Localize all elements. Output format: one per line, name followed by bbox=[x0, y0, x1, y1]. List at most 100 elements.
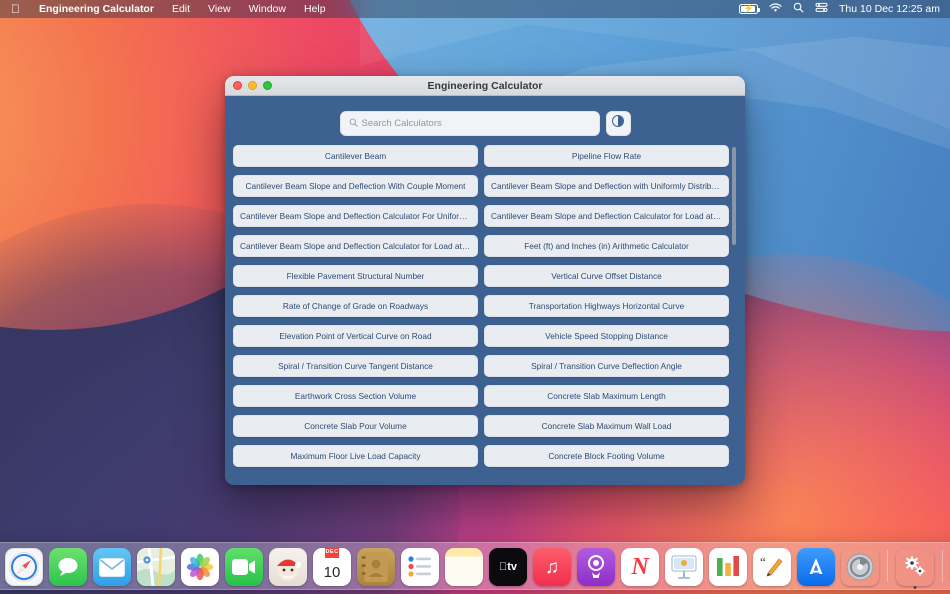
photos-icon bbox=[181, 548, 219, 586]
dock-item-photos[interactable] bbox=[180, 546, 220, 586]
mail-icon bbox=[93, 548, 131, 586]
contacts-icon bbox=[357, 548, 395, 586]
running-indicator-dot bbox=[914, 586, 917, 589]
calculator-button[interactable]: Elevation Point of Vertical Curve on Roa… bbox=[233, 325, 478, 347]
dock: DEC10 tv♫ N “ bbox=[0, 542, 950, 590]
dock-item-contacts[interactable] bbox=[356, 546, 396, 586]
calculator-button[interactable]: Spiral / Transition Curve Tangent Distan… bbox=[233, 355, 478, 377]
calculator-button[interactable]: Transportation Highways Horizontal Curve bbox=[484, 295, 729, 317]
pie-chart-icon-button[interactable] bbox=[606, 111, 631, 136]
menu-bar-left:  Engineering Calculator Edit View Windo… bbox=[7, 3, 335, 16]
calculator-button-label: Transportation Highways Horizontal Curve bbox=[529, 301, 685, 311]
search-row: Search Calculators bbox=[233, 106, 737, 145]
calculator-button-label: Earthwork Cross Section Volume bbox=[295, 391, 416, 401]
calculator-button-label: Concrete Slab Maximum Wall Load bbox=[542, 421, 672, 431]
dock-item-podcasts[interactable] bbox=[576, 546, 616, 586]
calculator-button[interactable]: Flexible Pavement Structural Number bbox=[233, 265, 478, 287]
dock-separator bbox=[887, 550, 888, 582]
calculator-button[interactable]: Earthwork Cross Section Volume bbox=[233, 385, 478, 407]
menu-item-help[interactable]: Help bbox=[295, 3, 335, 15]
santa-icon bbox=[269, 548, 307, 586]
calculator-button[interactable]: Cantilever Beam bbox=[233, 145, 478, 167]
calculator-button-label: Cantilever Beam Slope and Deflection Cal… bbox=[240, 211, 471, 221]
calculator-button-label: Concrete Block Footing Volume bbox=[548, 451, 664, 461]
notes-icon bbox=[445, 548, 483, 586]
calculator-button[interactable]: Cantilever Beam Slope and Deflection Cal… bbox=[233, 235, 478, 257]
dock-item-tv[interactable]: tv bbox=[488, 546, 528, 586]
calculator-button[interactable]: Feet (ft) and Inches (in) Arithmetic Cal… bbox=[484, 235, 729, 257]
calculator-button[interactable]: Concrete Block Footing Volume bbox=[484, 445, 729, 467]
calculator-button-label: Cantilever Beam Slope and Deflection wit… bbox=[491, 181, 722, 191]
search-input[interactable]: Search Calculators bbox=[340, 111, 600, 136]
calculator-button-label: Cantilever Beam bbox=[325, 151, 386, 161]
calculator-button-label: Rate of Change of Grade on Roadways bbox=[283, 301, 428, 311]
calculator-list-scroll-area[interactable]: Cantilever Beam Pipeline Flow Rate Cantile… bbox=[233, 145, 737, 481]
calculator-button-label: Maximum Floor Live Load Capacity bbox=[290, 451, 420, 461]
calculator-button-label: Concrete Slab Pour Volume bbox=[304, 421, 406, 431]
apple-logo-icon[interactable]:  bbox=[7, 3, 30, 16]
calendar-icon: DEC10 bbox=[313, 548, 351, 586]
menu-item-view[interactable]: View bbox=[199, 3, 240, 15]
dock-item-music[interactable]: ♫ bbox=[532, 546, 572, 586]
calculator-button-label: Spiral / Transition Curve Tangent Distan… bbox=[278, 361, 433, 371]
dock-item-calendar[interactable]: DEC10 bbox=[312, 546, 352, 586]
engineering-calculator-icon bbox=[896, 548, 934, 586]
scrollbar-thumb[interactable] bbox=[732, 147, 737, 245]
dock-item-reminders[interactable] bbox=[400, 546, 440, 586]
calculator-button-label: Vehicle Speed Stopping Distance bbox=[545, 331, 668, 341]
calculator-button[interactable]: Pipeline Flow Rate bbox=[484, 145, 729, 167]
facetime-icon bbox=[225, 548, 263, 586]
calculator-button-label: Pipeline Flow Rate bbox=[572, 151, 641, 161]
dock-item-system-preferences[interactable] bbox=[840, 546, 880, 586]
calculator-button[interactable]: Concrete Slab Maximum Wall Load bbox=[484, 415, 729, 437]
pages-icon: “ bbox=[753, 548, 791, 586]
calculator-button[interactable]: Cantilever Beam Slope and Deflection Cal… bbox=[233, 205, 478, 227]
window-content: Search Calculators Cantilever Beam Pipeli… bbox=[225, 96, 745, 485]
system-preferences-icon bbox=[841, 548, 879, 586]
menu-item-edit[interactable]: Edit bbox=[163, 3, 199, 15]
calculator-button[interactable]: Cantilever Beam Slope and Deflection wit… bbox=[484, 175, 729, 197]
dock-item-engineering-calculator[interactable] bbox=[895, 546, 935, 586]
battery-charging-icon[interactable]: ⚡ bbox=[739, 4, 758, 14]
menu-item-app-name[interactable]: Engineering Calculator bbox=[30, 3, 163, 15]
dock-item-news[interactable]: N bbox=[620, 546, 660, 586]
calculator-button-label: Feet (ft) and Inches (in) Arithmetic Cal… bbox=[524, 241, 689, 251]
dock-item-keynote[interactable] bbox=[664, 546, 704, 586]
dock-item-safari[interactable] bbox=[4, 546, 44, 586]
vertical-scrollbar[interactable] bbox=[731, 145, 737, 481]
dock-item-facetime[interactable] bbox=[224, 546, 264, 586]
calculator-button[interactable]: Cantilever Beam Slope and Deflection Wit… bbox=[233, 175, 478, 197]
calculator-button[interactable]: Rate of Change of Grade on Roadways bbox=[233, 295, 478, 317]
engineering-calculator-window: Engineering Calculator Search Calculator… bbox=[225, 76, 745, 485]
wifi-icon[interactable] bbox=[769, 3, 782, 16]
dock-item-santa[interactable] bbox=[268, 546, 308, 586]
dock-item-mail[interactable] bbox=[92, 546, 132, 586]
calculator-button-label: Cantilever Beam Slope and Deflection Cal… bbox=[491, 211, 722, 221]
calculator-button[interactable]: Spiral / Transition Curve Deflection Ang… bbox=[484, 355, 729, 377]
search-icon bbox=[349, 118, 358, 130]
calculator-button[interactable]: Vertical Curve Offset Distance bbox=[484, 265, 729, 287]
dock-item-messages[interactable] bbox=[48, 546, 88, 586]
window-titlebar[interactable]: Engineering Calculator bbox=[225, 76, 745, 96]
calculator-button[interactable]: Concrete Slab Pour Volume bbox=[233, 415, 478, 437]
menu-bar-clock[interactable]: Thu 10 Dec 12:25 am bbox=[839, 3, 940, 15]
dock-item-notes[interactable] bbox=[444, 546, 484, 586]
dock-item-numbers[interactable] bbox=[708, 546, 748, 586]
dock-item-pages[interactable]: “ bbox=[752, 546, 792, 586]
window-title: Engineering Calculator bbox=[225, 80, 745, 92]
menu-bar-status-area: ⚡ Thu 10 Dec 12:25 am bbox=[739, 2, 943, 16]
dock-item-app-store[interactable] bbox=[796, 546, 836, 586]
dock-item-maps[interactable] bbox=[136, 546, 176, 586]
calculator-button[interactable]: Cantilever Beam Slope and Deflection Cal… bbox=[484, 205, 729, 227]
calculator-button[interactable]: Concrete Slab Maximum Length bbox=[484, 385, 729, 407]
calculator-button[interactable]: Vehicle Speed Stopping Distance bbox=[484, 325, 729, 347]
pie-chart-icon bbox=[611, 114, 625, 133]
control-center-icon[interactable] bbox=[815, 2, 828, 16]
search-placeholder: Search Calculators bbox=[362, 118, 442, 129]
messages-icon bbox=[49, 548, 87, 586]
calculator-button[interactable]: Maximum Floor Live Load Capacity bbox=[233, 445, 478, 467]
menu-item-window[interactable]: Window bbox=[240, 3, 295, 15]
spotlight-search-icon[interactable] bbox=[793, 2, 804, 16]
calculator-button-label: Elevation Point of Vertical Curve on Roa… bbox=[279, 331, 431, 341]
app-store-icon bbox=[797, 548, 835, 586]
